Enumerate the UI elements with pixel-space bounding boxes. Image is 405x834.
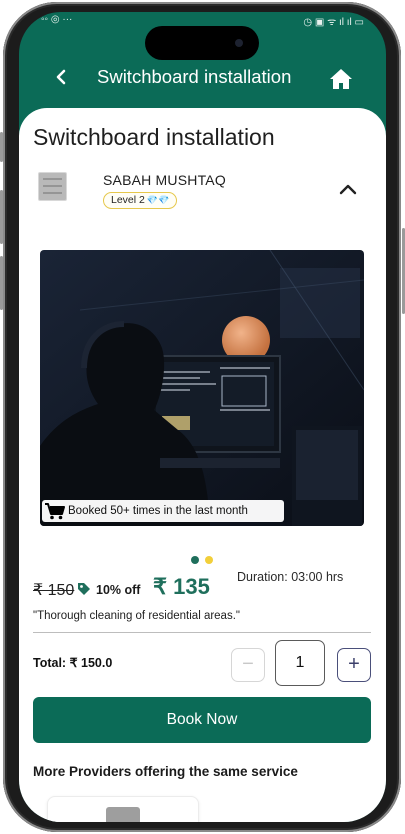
tag-icon — [78, 583, 90, 595]
volume-down-button — [0, 256, 3, 310]
app-bar-title: Switchboard installation — [97, 66, 292, 87]
quantity-field[interactable]: 1 — [275, 640, 325, 686]
provider-card[interactable] — [47, 796, 199, 822]
side-button — [0, 132, 3, 162]
back-arrow-icon[interactable] — [53, 68, 71, 86]
level-badge: Level 2 💎💎 — [103, 192, 178, 209]
booked-text: Booked 50+ times in the last month — [68, 505, 248, 517]
divider — [33, 632, 371, 633]
increase-quantity-button[interactable]: + — [337, 648, 371, 682]
decrease-quantity-button[interactable]: − — [231, 648, 265, 682]
carousel-dot[interactable] — [205, 556, 213, 564]
provider-avatar — [38, 172, 67, 201]
camera-icon — [235, 39, 243, 47]
content-sheet: Switchboard installation SABAH MUSHTAQ L… — [19, 108, 386, 822]
more-providers-heading: More Providers offering the same service — [33, 764, 298, 779]
service-image — [40, 250, 364, 526]
app-bar: Switchboard installation — [19, 52, 386, 108]
discount-label: 10% off — [96, 583, 141, 597]
carousel-dot-active[interactable] — [191, 556, 199, 564]
booked-badge: Booked 50+ times in the last month — [42, 500, 284, 522]
diamond-icon: 💎💎 — [146, 195, 170, 205]
cart-icon — [45, 503, 65, 520]
chevron-up-icon[interactable] — [339, 183, 357, 195]
status-left: ◦◦ ◎ ··· — [41, 14, 73, 25]
provider-thumbnail — [106, 807, 140, 822]
service-description: "Thorough cleaning of residential areas.… — [33, 610, 240, 622]
provider-name: SABAH MUSHTAQ — [103, 172, 226, 188]
discounted-price: ₹ 135 — [153, 574, 210, 599]
duration-label: Duration: 03:00 hrs — [237, 570, 344, 584]
home-icon[interactable] — [329, 68, 353, 90]
page-title: Switchboard installation — [33, 124, 275, 150]
status-right: ◷ ▣ ᯤ ıl ıl ▭ — [303, 17, 364, 28]
level-label: Level 2 — [111, 194, 145, 206]
app-screen: ◦◦ ◎ ··· ◷ ▣ ᯤ ıl ıl ▭ Switchboard insta… — [19, 12, 386, 822]
total-label: Total: ₹ 150.0 — [33, 656, 113, 670]
volume-up-button — [0, 190, 3, 244]
original-price: ₹ 150 — [33, 582, 75, 599]
book-now-button[interactable]: Book Now — [33, 697, 371, 743]
